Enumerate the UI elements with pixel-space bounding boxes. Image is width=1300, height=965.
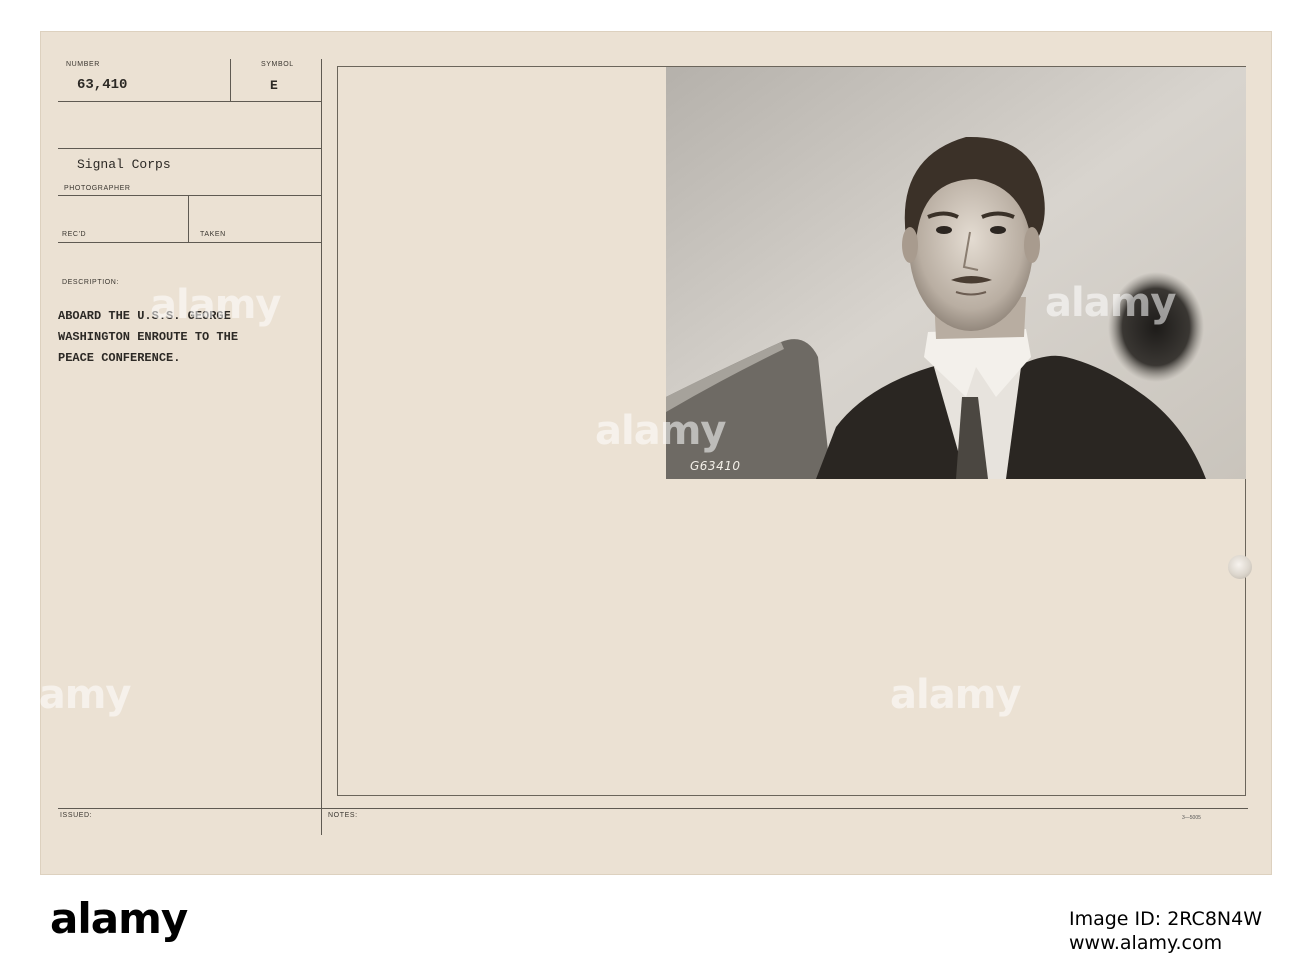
issued-label: ISSUED: (60, 812, 93, 819)
stock-footer: alamy Image ID: 2RC8N4W www.alamy.com (0, 875, 1300, 965)
number-label: NUMBER (66, 61, 100, 68)
number-value: 63,410 (77, 77, 128, 93)
photographer-value: Signal Corps (77, 157, 171, 172)
divider (188, 195, 189, 242)
notes-label: NOTES: (328, 812, 358, 819)
description-line-3: PEACE CONFERENCE. (58, 351, 181, 365)
watermark: alamy (150, 282, 281, 328)
watermark: alamy (0, 672, 131, 718)
divider (321, 59, 322, 835)
punch-hole (1228, 555, 1252, 579)
form-code: 3—5005 (1182, 815, 1201, 821)
watermark: alamy (890, 672, 1021, 718)
negative-code: G63410 (690, 459, 741, 473)
divider (58, 195, 321, 196)
taken-label: TAKEN (200, 231, 226, 238)
divider (58, 101, 321, 102)
description-label: DESCRIPTION: (62, 279, 119, 286)
divider (58, 808, 1248, 809)
watermark: alamy (1045, 280, 1176, 326)
image-id-text: Image ID: 2RC8N4W (1068, 908, 1262, 930)
symbol-value: E (270, 78, 278, 93)
watermark: alamy (595, 408, 726, 454)
brand-logo: alamy (50, 894, 188, 943)
recd-label: REC'D (62, 231, 87, 238)
portrait-photo: G63410 (666, 67, 1246, 479)
website-text: www.alamy.com (1068, 932, 1223, 954)
image-id: Image ID: 2RC8N4W www.alamy.com (1069, 908, 1262, 954)
symbol-label: SYMBOL (261, 61, 294, 68)
portrait-image (666, 67, 1246, 479)
divider (230, 59, 231, 101)
divider (58, 242, 321, 243)
description-line-2: WASHINGTON ENROUTE TO THE (58, 330, 239, 344)
divider (58, 148, 321, 149)
photographer-label: PHOTOGRAPHER (64, 185, 131, 192)
